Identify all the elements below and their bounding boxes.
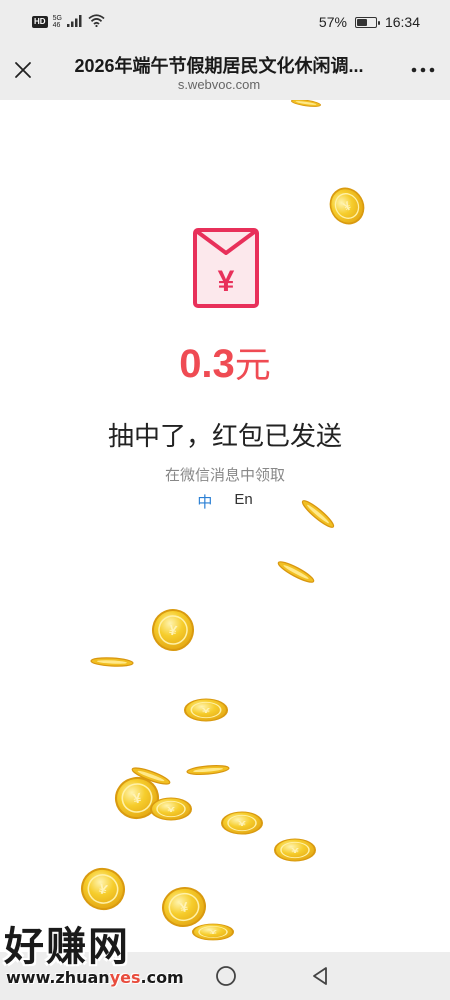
red-envelope-icon: ¥	[193, 228, 259, 308]
coin	[274, 838, 316, 862]
page-domain: s.webvoc.com	[177, 77, 261, 92]
result-page: ¥ ¥ 0.3元 抽中了，红包已发送 在微信消息中领取	[0, 100, 450, 952]
hd-badge: HD	[32, 16, 48, 28]
prize-amount: 0.3元	[0, 336, 450, 388]
coin	[323, 181, 371, 231]
battery-level	[356, 18, 367, 26]
coin	[192, 923, 234, 941]
language-option-chinese[interactable]: 中	[197, 491, 212, 512]
more-options-button[interactable]	[406, 55, 440, 85]
coin	[111, 773, 163, 823]
title-bar: 2026年端午节假期居民文化休闲调... s.webvoc.com	[0, 44, 450, 100]
clock: 16:34	[384, 14, 420, 30]
coin	[76, 863, 130, 915]
close-button[interactable]	[8, 55, 38, 85]
signal-icon	[66, 14, 83, 30]
language-switch: 中 En	[0, 491, 450, 512]
coin	[275, 558, 317, 586]
network-type-label: 5G 46	[53, 15, 62, 29]
watermark: 好赚网 www.zhuanyes.com	[0, 910, 195, 1000]
language-option-english[interactable]: En	[234, 491, 252, 512]
close-icon	[15, 62, 31, 78]
battery-icon	[354, 16, 380, 28]
network-type-top: 5G	[52, 15, 62, 22]
coin	[150, 797, 192, 821]
claim-hint: 在微信消息中领取	[164, 467, 285, 484]
status-right: 57% 16:34	[319, 14, 420, 30]
battery-percent: 57%	[318, 14, 347, 30]
home-circle-icon	[216, 966, 236, 986]
coin	[183, 697, 229, 723]
watermark-logo: 好赚网	[4, 924, 130, 970]
wifi-icon	[88, 14, 105, 30]
prize-amount-value: 0.3	[179, 342, 235, 386]
coin	[290, 100, 322, 109]
coin	[90, 656, 134, 668]
watermark-url-highlight: yes	[109, 968, 141, 987]
watermark-url-prefix: www.zhuan	[6, 968, 110, 987]
watermark-url-suffix: .com	[140, 968, 184, 987]
back-button[interactable]	[306, 962, 334, 990]
yuan-symbol: ¥	[218, 265, 235, 298]
coin	[130, 764, 172, 788]
more-icon	[411, 67, 435, 73]
coin	[148, 605, 198, 655]
home-button[interactable]	[212, 962, 240, 990]
page-title: 2026年端午节假期居民文化休闲调...	[74, 56, 364, 76]
back-triangle-icon	[313, 967, 327, 985]
status-bar: HD 5G 46 57% 16:34	[0, 0, 450, 44]
status-indicators: HD 5G 46	[32, 14, 105, 30]
network-type-bottom: 46	[52, 22, 61, 29]
coin	[221, 811, 263, 835]
coin	[186, 763, 230, 777]
watermark-url: www.zhuanyes.com	[6, 968, 184, 987]
prize-amount-unit: 元	[234, 344, 271, 385]
result-message: 抽中了，红包已发送	[107, 421, 342, 451]
